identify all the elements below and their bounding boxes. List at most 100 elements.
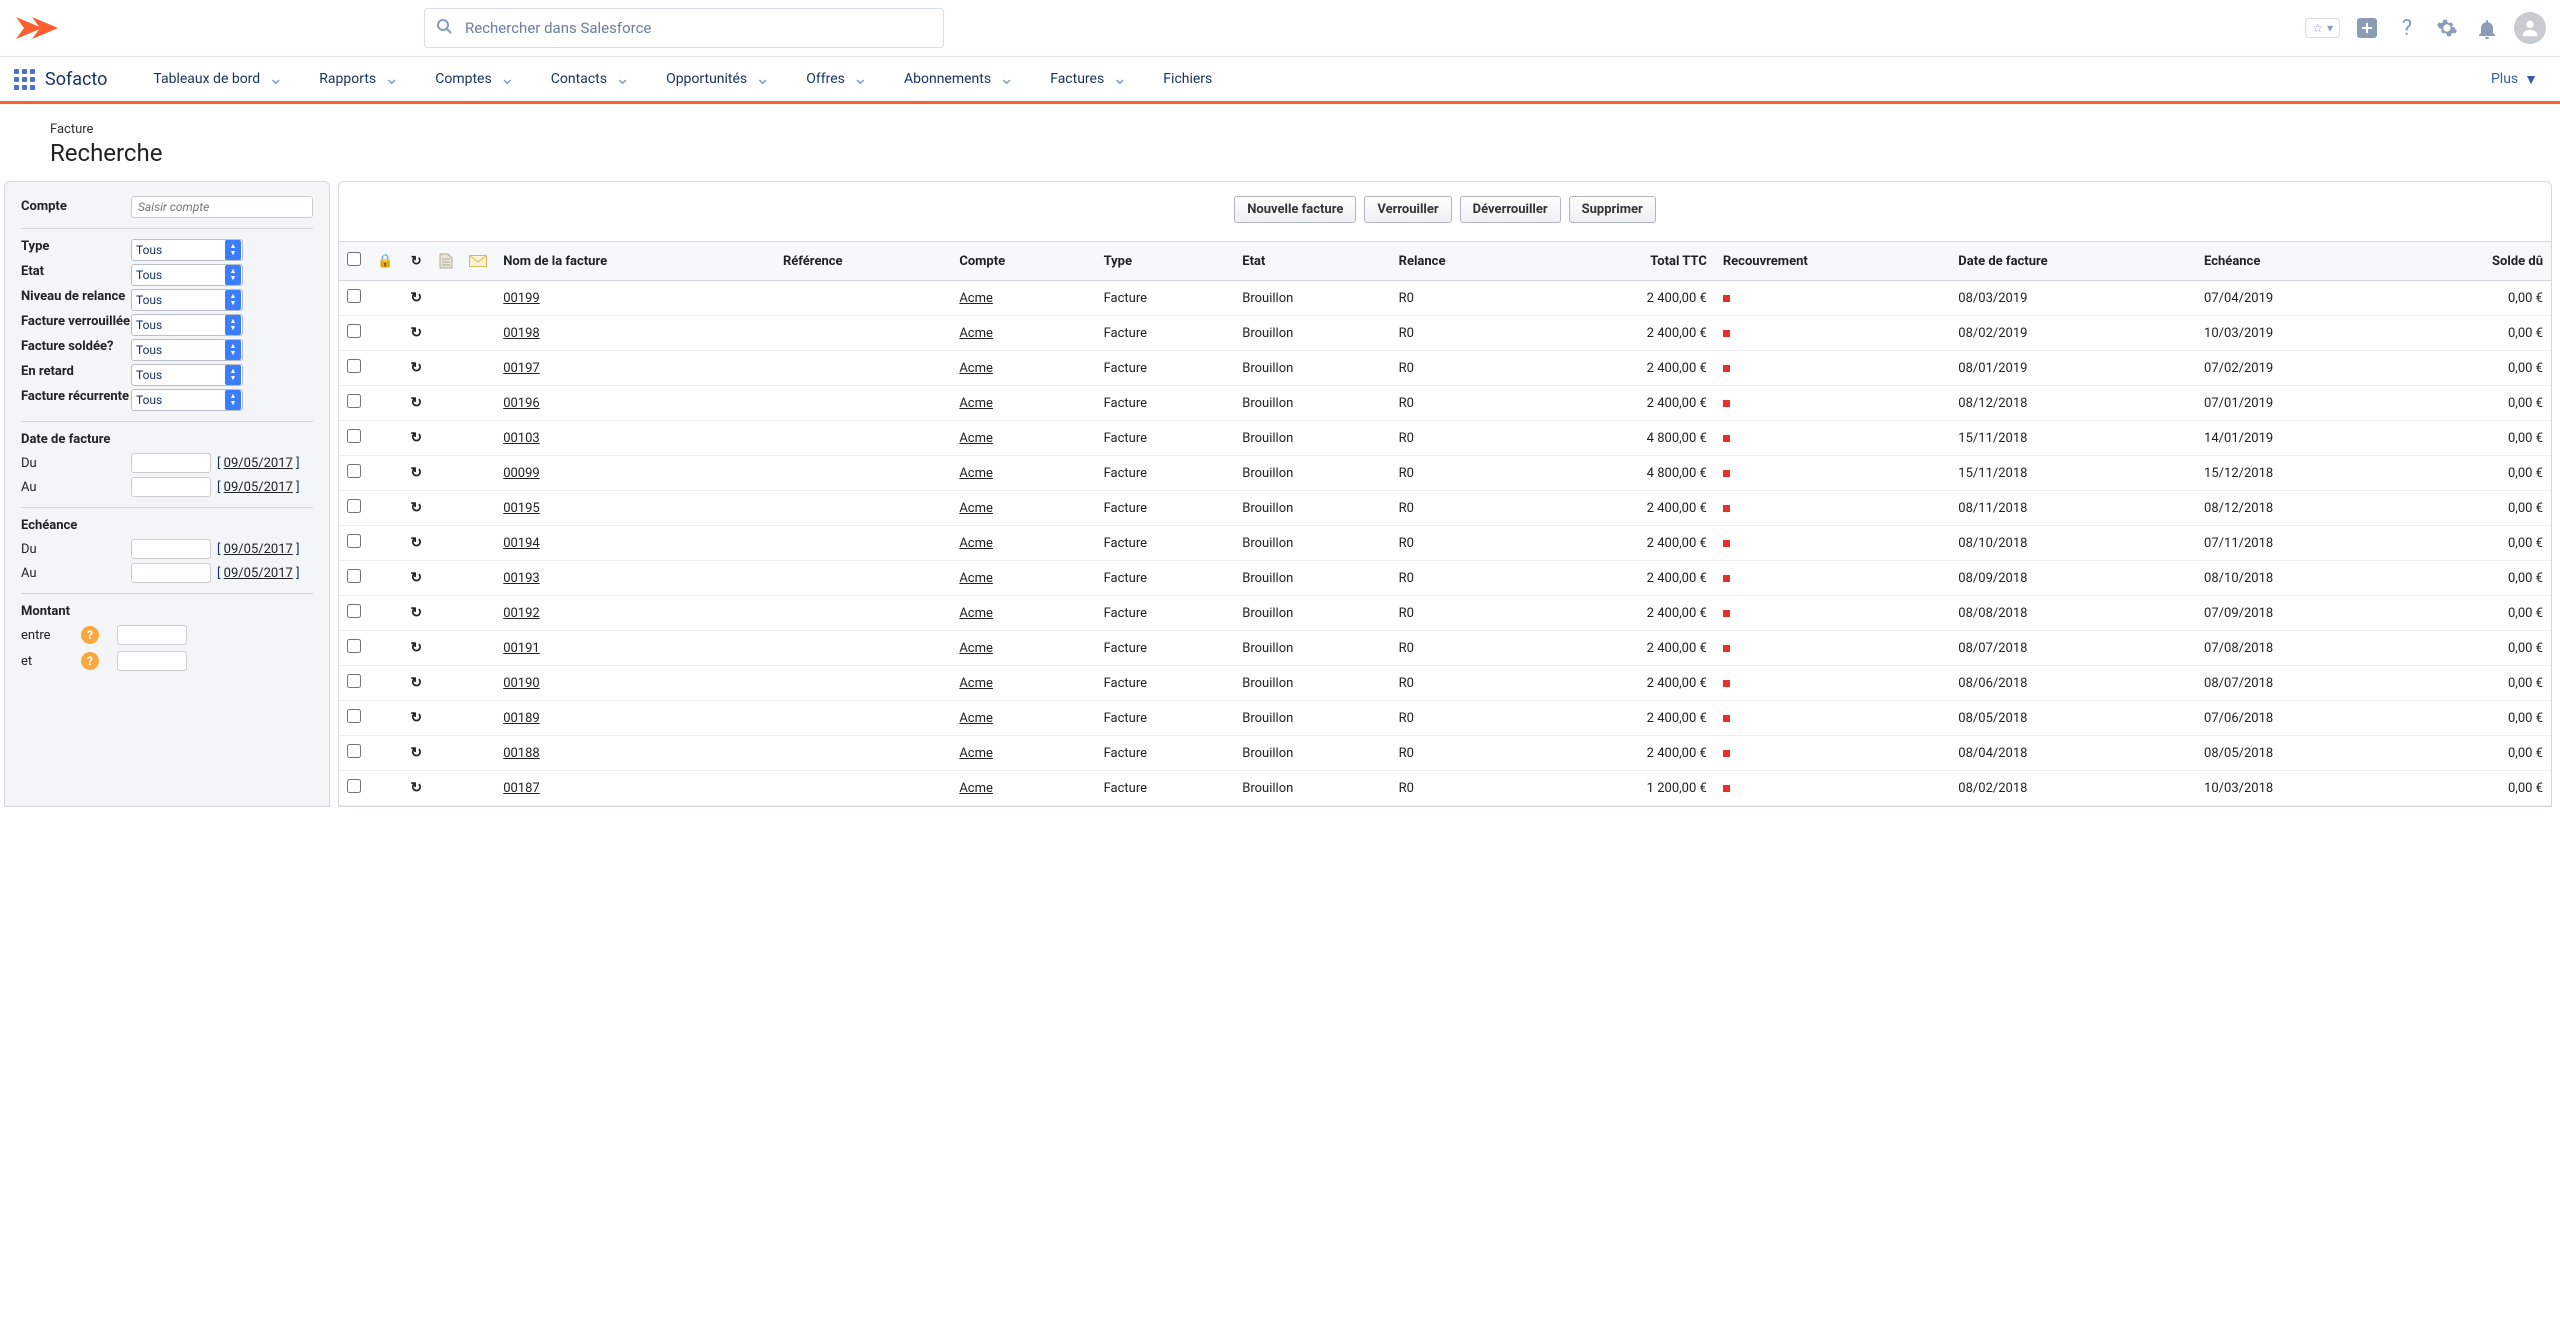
invoice-name-link[interactable]: 00103 <box>503 431 540 446</box>
montant-from-input[interactable] <box>117 625 187 645</box>
col-etat[interactable]: Etat <box>1234 242 1390 281</box>
invoice-name-link[interactable]: 00192 <box>503 606 540 621</box>
cell-refresh[interactable]: ↻ <box>401 526 431 561</box>
favorites-button[interactable]: ☆▾ <box>2305 18 2340 38</box>
compte-link[interactable]: Acme <box>959 501 993 516</box>
nav-item-8[interactable]: Fichiers <box>1149 55 1226 103</box>
help-icon[interactable]: ? <box>81 652 99 670</box>
setup-button[interactable] <box>2434 15 2460 41</box>
invoice-name-link[interactable]: 00194 <box>503 536 540 551</box>
search-input[interactable] <box>424 8 944 48</box>
nav-item-1[interactable]: Rapports⌄ <box>305 55 413 103</box>
cell-refresh[interactable]: ↻ <box>401 771 431 806</box>
cell-refresh[interactable]: ↻ <box>401 281 431 316</box>
col-total[interactable]: Total TTC <box>1537 242 1715 281</box>
select-all-checkbox[interactable] <box>347 252 361 266</box>
cell-refresh[interactable]: ↻ <box>401 386 431 421</box>
filter-3-select[interactable]: Tous▲▼ <box>131 314 243 336</box>
compte-link[interactable]: Acme <box>959 676 993 691</box>
unlock-button[interactable]: Déverrouiller <box>1460 196 1561 223</box>
row-checkbox[interactable] <box>347 394 361 408</box>
compte-link[interactable]: Acme <box>959 571 993 586</box>
col-echeance[interactable]: Echéance <box>2196 242 2395 281</box>
compte-link[interactable]: Acme <box>959 396 993 411</box>
notifications-button[interactable] <box>2474 15 2500 41</box>
row-checkbox[interactable] <box>347 569 361 583</box>
help-button[interactable]: ? <box>2394 15 2420 41</box>
compte-link[interactable]: Acme <box>959 536 993 551</box>
montant-to-input[interactable] <box>117 651 187 671</box>
col-solde[interactable]: Solde dû <box>2395 242 2551 281</box>
filter-6-select[interactable]: Tous▲▼ <box>131 389 243 411</box>
compte-link[interactable]: Acme <box>959 291 993 306</box>
invoice-name-link[interactable]: 00189 <box>503 711 540 726</box>
col-relance[interactable]: Relance <box>1391 242 1538 281</box>
invoice-name-link[interactable]: 00187 <box>503 781 540 796</box>
date-facture-from-input[interactable] <box>131 453 211 473</box>
compte-link[interactable]: Acme <box>959 711 993 726</box>
cell-refresh[interactable]: ↻ <box>401 351 431 386</box>
date-quick-link[interactable]: 09/05/2017 <box>224 456 293 471</box>
help-icon[interactable]: ? <box>81 626 99 644</box>
compte-link[interactable]: Acme <box>959 641 993 656</box>
row-checkbox[interactable] <box>347 464 361 478</box>
add-button[interactable] <box>2354 15 2380 41</box>
filter-1-select[interactable]: Tous▲▼ <box>131 264 243 286</box>
compte-link[interactable]: Acme <box>959 746 993 761</box>
invoice-name-link[interactable]: 00193 <box>503 571 540 586</box>
col-type[interactable]: Type <box>1096 242 1235 281</box>
date-quick-link[interactable]: 09/05/2017 <box>224 480 293 495</box>
cell-refresh[interactable]: ↻ <box>401 596 431 631</box>
cell-refresh[interactable]: ↻ <box>401 631 431 666</box>
filter-5-select[interactable]: Tous▲▼ <box>131 364 243 386</box>
nav-item-0[interactable]: Tableaux de bord⌄ <box>139 55 297 103</box>
invoice-name-link[interactable]: 00188 <box>503 746 540 761</box>
cell-refresh[interactable]: ↻ <box>401 316 431 351</box>
filter-4-select[interactable]: Tous▲▼ <box>131 339 243 361</box>
invoice-name-link[interactable]: 00197 <box>503 361 540 376</box>
col-name[interactable]: Nom de la facture <box>495 242 775 281</box>
row-checkbox[interactable] <box>347 289 361 303</box>
col-compte[interactable]: Compte <box>951 242 1095 281</box>
nav-item-7[interactable]: Factures⌄ <box>1036 55 1141 103</box>
compte-link[interactable]: Acme <box>959 326 993 341</box>
nav-item-4[interactable]: Opportunités⌄ <box>652 55 784 103</box>
row-checkbox[interactable] <box>347 744 361 758</box>
date-quick-link[interactable]: 09/05/2017 <box>224 566 293 581</box>
filter-2-select[interactable]: Tous▲▼ <box>131 289 243 311</box>
invoice-name-link[interactable]: 00199 <box>503 291 540 306</box>
compte-link[interactable]: Acme <box>959 606 993 621</box>
row-checkbox[interactable] <box>347 604 361 618</box>
compte-link[interactable]: Acme <box>959 361 993 376</box>
new-invoice-button[interactable]: Nouvelle facture <box>1234 196 1356 223</box>
nav-item-3[interactable]: Contacts⌄ <box>537 55 644 103</box>
row-checkbox[interactable] <box>347 674 361 688</box>
date-facture-to-input[interactable] <box>131 477 211 497</box>
row-checkbox[interactable] <box>347 779 361 793</box>
row-checkbox[interactable] <box>347 639 361 653</box>
row-checkbox[interactable] <box>347 429 361 443</box>
cell-refresh[interactable]: ↻ <box>401 666 431 701</box>
invoice-name-link[interactable]: 00190 <box>503 676 540 691</box>
lock-button[interactable]: Verrouiller <box>1364 196 1451 223</box>
nav-item-5[interactable]: Offres⌄ <box>792 55 882 103</box>
invoice-name-link[interactable]: 00196 <box>503 396 540 411</box>
col-recouvrement[interactable]: Recouvrement <box>1715 242 1950 281</box>
date-quick-link[interactable]: 09/05/2017 <box>224 542 293 557</box>
compte-link[interactable]: Acme <box>959 431 993 446</box>
col-reference[interactable]: Référence <box>775 242 951 281</box>
cell-refresh[interactable]: ↻ <box>401 736 431 771</box>
app-launcher-icon[interactable] <box>14 69 35 90</box>
row-checkbox[interactable] <box>347 709 361 723</box>
compte-link[interactable]: Acme <box>959 466 993 481</box>
col-date[interactable]: Date de facture <box>1950 242 2196 281</box>
cell-refresh[interactable]: ↻ <box>401 701 431 736</box>
cell-refresh[interactable]: ↻ <box>401 421 431 456</box>
cell-refresh[interactable]: ↻ <box>401 491 431 526</box>
user-avatar[interactable] <box>2514 12 2546 44</box>
nav-item-2[interactable]: Comptes⌄ <box>421 55 529 103</box>
filter-0-select[interactable]: Tous▲▼ <box>131 239 243 261</box>
nav-more[interactable]: Plus ▼ <box>2491 71 2546 88</box>
row-checkbox[interactable] <box>347 359 361 373</box>
filter-compte-input[interactable] <box>131 196 313 218</box>
